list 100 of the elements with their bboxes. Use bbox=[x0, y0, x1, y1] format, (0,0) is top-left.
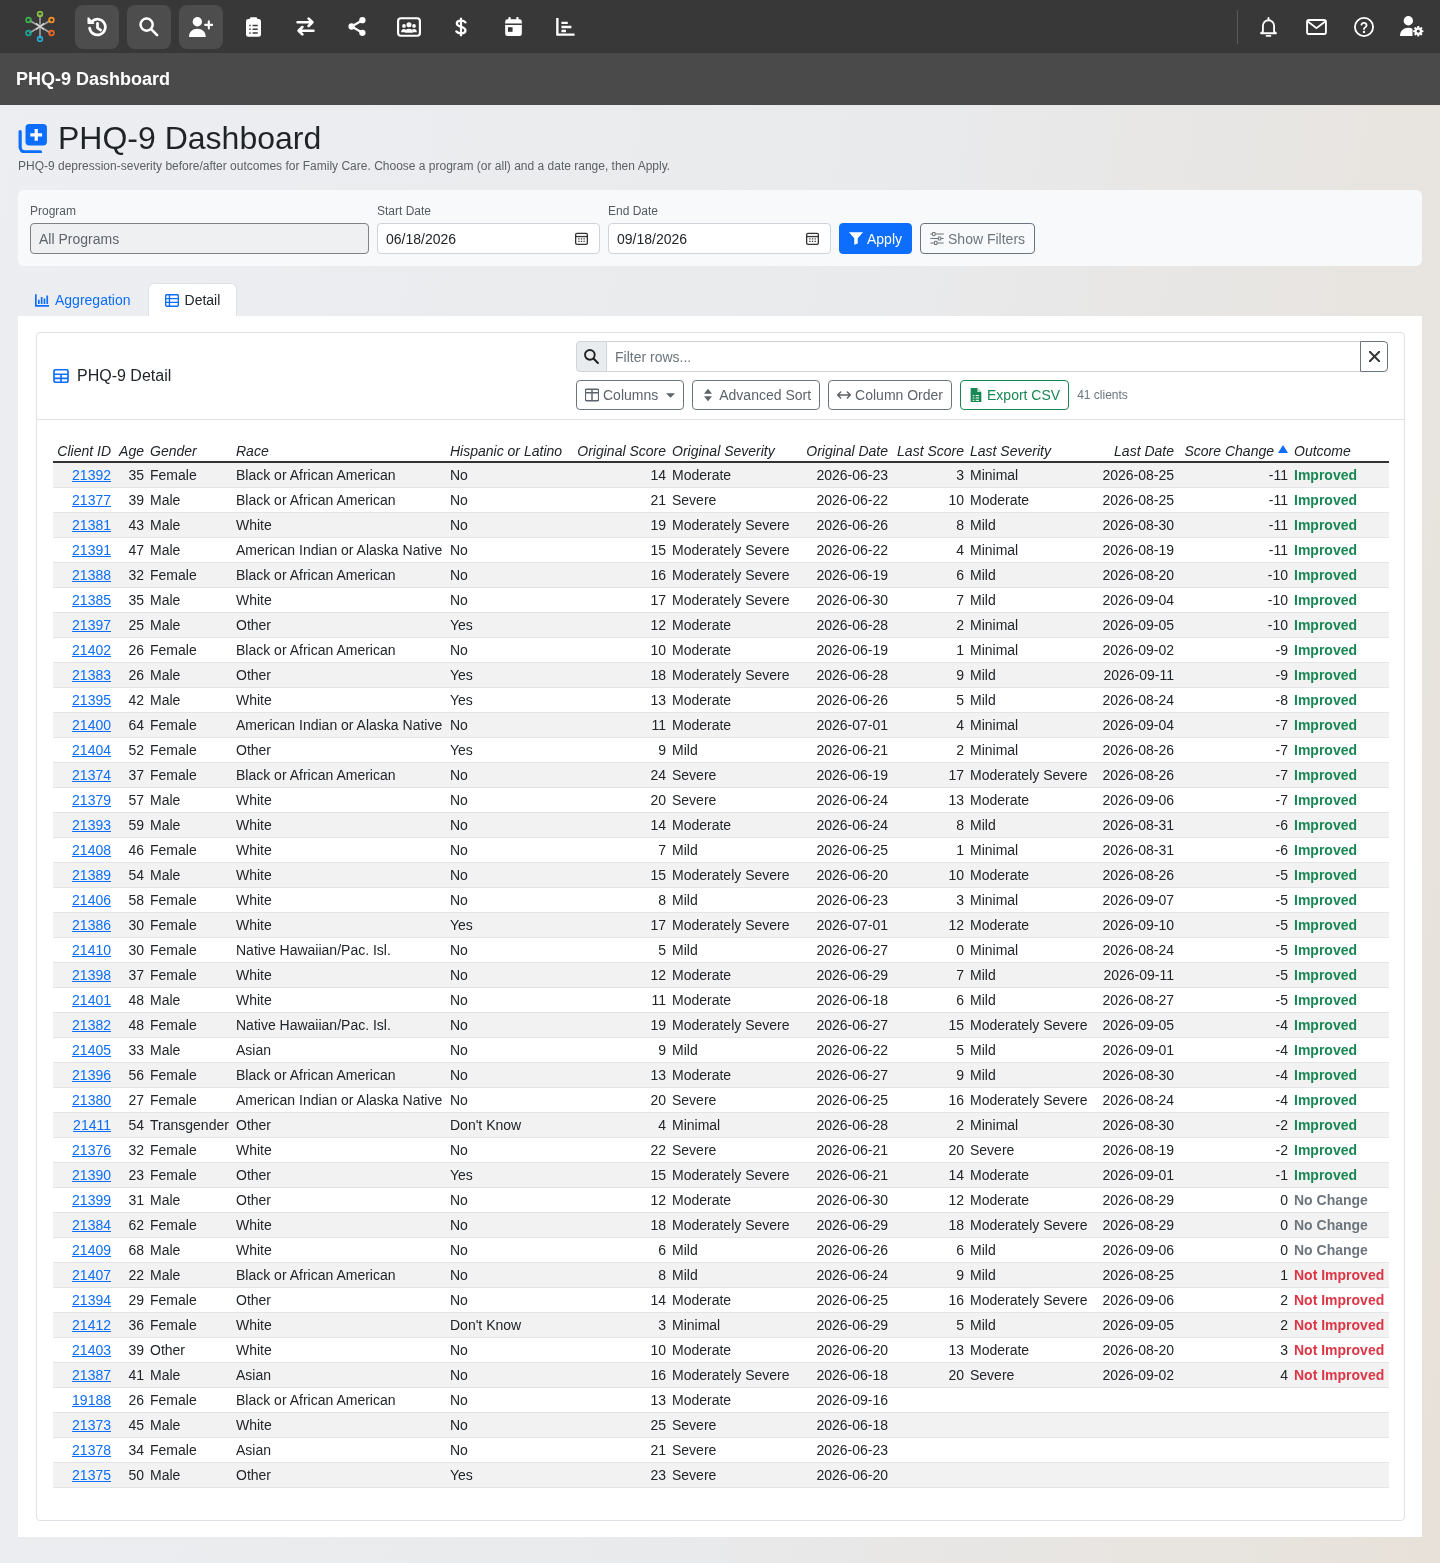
client-id-link[interactable]: 21400 bbox=[72, 717, 111, 733]
table-cell: Female bbox=[147, 1287, 233, 1313]
table-cell: Minimal bbox=[967, 937, 1098, 963]
client-id-link[interactable]: 21382 bbox=[72, 1017, 111, 1033]
client-id-link[interactable]: 21404 bbox=[72, 742, 111, 758]
show-filters-button[interactable]: Show Filters bbox=[920, 223, 1036, 254]
table-cell: No bbox=[447, 587, 569, 613]
search-button[interactable] bbox=[127, 4, 171, 49]
table-cell: 24 bbox=[569, 762, 669, 788]
client-id-link[interactable]: 21383 bbox=[72, 667, 111, 683]
add-user-icon bbox=[189, 16, 213, 37]
table-cell: Yes bbox=[447, 1162, 569, 1188]
client-id-link[interactable]: 21412 bbox=[72, 1317, 111, 1333]
add-user-button[interactable] bbox=[179, 4, 223, 49]
client-id-link[interactable]: 21409 bbox=[72, 1242, 111, 1258]
table-cell: Mild bbox=[967, 662, 1098, 688]
clear-filter-button[interactable] bbox=[1360, 341, 1388, 372]
table-cell: No bbox=[447, 487, 569, 513]
client-id-link[interactable]: 21410 bbox=[72, 942, 111, 958]
table-cell: 12 bbox=[569, 962, 669, 988]
table-cell: No bbox=[447, 562, 569, 588]
tab[interactable]: Detail bbox=[147, 283, 238, 316]
table-cell: 2026-06-18 bbox=[800, 1362, 891, 1388]
table-cell: 2026-06-29 bbox=[800, 1312, 891, 1338]
client-id-link[interactable]: 21392 bbox=[72, 467, 111, 483]
table-cell: 1 bbox=[891, 637, 967, 663]
client-id-link[interactable]: 21377 bbox=[72, 492, 111, 508]
client-id-link[interactable]: 21397 bbox=[72, 617, 111, 633]
table-cell: Moderate bbox=[967, 912, 1098, 938]
envelope-icon bbox=[1305, 18, 1327, 35]
client-id-link[interactable]: 21385 bbox=[72, 592, 111, 608]
apply-button[interactable]: Apply bbox=[839, 223, 913, 254]
client-id-link[interactable]: 21387 bbox=[72, 1367, 111, 1383]
table-cell: Moderate bbox=[967, 487, 1098, 513]
client-id-link[interactable]: 21399 bbox=[72, 1192, 111, 1208]
end-date-field[interactable]: 09/18/2026 bbox=[608, 223, 831, 254]
client-id-link[interactable]: 21402 bbox=[72, 642, 111, 658]
table-cell: 2026-06-30 bbox=[800, 587, 891, 613]
table-cell: Yes bbox=[447, 737, 569, 763]
client-id-link[interactable]: 19188 bbox=[72, 1392, 111, 1408]
left-right-arrow-icon bbox=[837, 388, 852, 402]
table-cell: Male bbox=[147, 1187, 233, 1213]
table-cell: 2026-06-21 bbox=[800, 1137, 891, 1163]
client-id-link[interactable]: 21408 bbox=[72, 842, 111, 858]
table-cell: 2026-08-25 bbox=[1098, 462, 1177, 488]
client-id-link[interactable]: 21398 bbox=[72, 967, 111, 983]
client-id-link[interactable]: 21411 bbox=[73, 1117, 111, 1133]
start-date-field[interactable]: 06/18/2026 bbox=[377, 223, 600, 254]
client-id-link[interactable]: 21394 bbox=[72, 1292, 111, 1308]
table-cell: No bbox=[447, 1037, 569, 1063]
client-id-link[interactable]: 21391 bbox=[72, 542, 111, 558]
client-id-link[interactable]: 21389 bbox=[72, 867, 111, 883]
client-id-link[interactable]: 21381 bbox=[72, 517, 111, 533]
table-cell: 2026-06-20 bbox=[800, 1462, 891, 1488]
client-id-link[interactable]: 21390 bbox=[72, 1167, 111, 1183]
table-cell: 2026-08-26 bbox=[1098, 737, 1177, 763]
client-id-link[interactable]: 21373 bbox=[72, 1417, 111, 1433]
program-field[interactable]: All Programs bbox=[30, 223, 369, 254]
table-cell: 35 bbox=[114, 587, 147, 613]
table-cell: Moderately Severe bbox=[967, 1012, 1098, 1038]
table-cell: 2 bbox=[891, 1112, 967, 1138]
export-csv-button[interactable]: Export CSV bbox=[960, 380, 1070, 410]
advanced-sort-button[interactable]: Advanced Sort bbox=[692, 380, 821, 410]
client-id-link[interactable]: 21376 bbox=[72, 1142, 111, 1158]
client-id-link[interactable]: 21396 bbox=[72, 1067, 111, 1083]
client-id-link[interactable]: 21403 bbox=[72, 1342, 111, 1358]
client-id-link[interactable]: 21384 bbox=[72, 1217, 111, 1233]
table-cell: White bbox=[233, 887, 447, 913]
table-cell: No bbox=[447, 762, 569, 788]
client-id-link[interactable]: 21393 bbox=[72, 817, 111, 833]
client-id-link[interactable]: 21388 bbox=[72, 567, 111, 583]
calendar-icon[interactable] bbox=[575, 232, 588, 245]
client-id-link[interactable]: 21401 bbox=[72, 992, 111, 1008]
table-cell: -2 bbox=[1177, 1137, 1291, 1163]
table-cell: 2026-09-05 bbox=[1098, 1312, 1177, 1338]
table-cell: 2026-08-20 bbox=[1098, 562, 1177, 588]
client-id-link[interactable]: 21395 bbox=[72, 692, 111, 708]
table-cell: Female bbox=[147, 1137, 233, 1163]
table-cell: Moderate bbox=[967, 1187, 1098, 1213]
table-cell: Moderate bbox=[967, 862, 1098, 888]
search-icon bbox=[584, 349, 599, 364]
table-cell: 12 bbox=[891, 912, 967, 938]
clipboard-list-icon bbox=[245, 16, 261, 37]
client-id-link[interactable]: 21407 bbox=[72, 1267, 111, 1283]
client-id-link[interactable]: 21374 bbox=[72, 767, 111, 783]
client-id-link[interactable]: 21378 bbox=[72, 1442, 111, 1458]
client-id-link[interactable]: 21405 bbox=[72, 1042, 111, 1058]
column-order-button[interactable]: Column Order bbox=[828, 380, 952, 410]
tab[interactable]: Aggregation bbox=[18, 283, 148, 316]
columns-button[interactable]: Columns bbox=[576, 380, 685, 410]
table-cell: 15 bbox=[891, 1012, 967, 1038]
history-button[interactable] bbox=[75, 4, 119, 49]
client-id-link[interactable]: 21380 bbox=[72, 1092, 111, 1108]
client-id-link[interactable]: 21386 bbox=[72, 917, 111, 933]
table-cell: Male bbox=[147, 862, 233, 888]
client-id-link[interactable]: 21379 bbox=[72, 792, 111, 808]
client-id-link[interactable]: 21375 bbox=[72, 1467, 111, 1483]
client-id-link[interactable]: 21406 bbox=[72, 892, 111, 908]
filter-rows-field[interactable]: Filter rows... bbox=[607, 341, 1360, 372]
calendar-icon[interactable] bbox=[806, 232, 819, 245]
